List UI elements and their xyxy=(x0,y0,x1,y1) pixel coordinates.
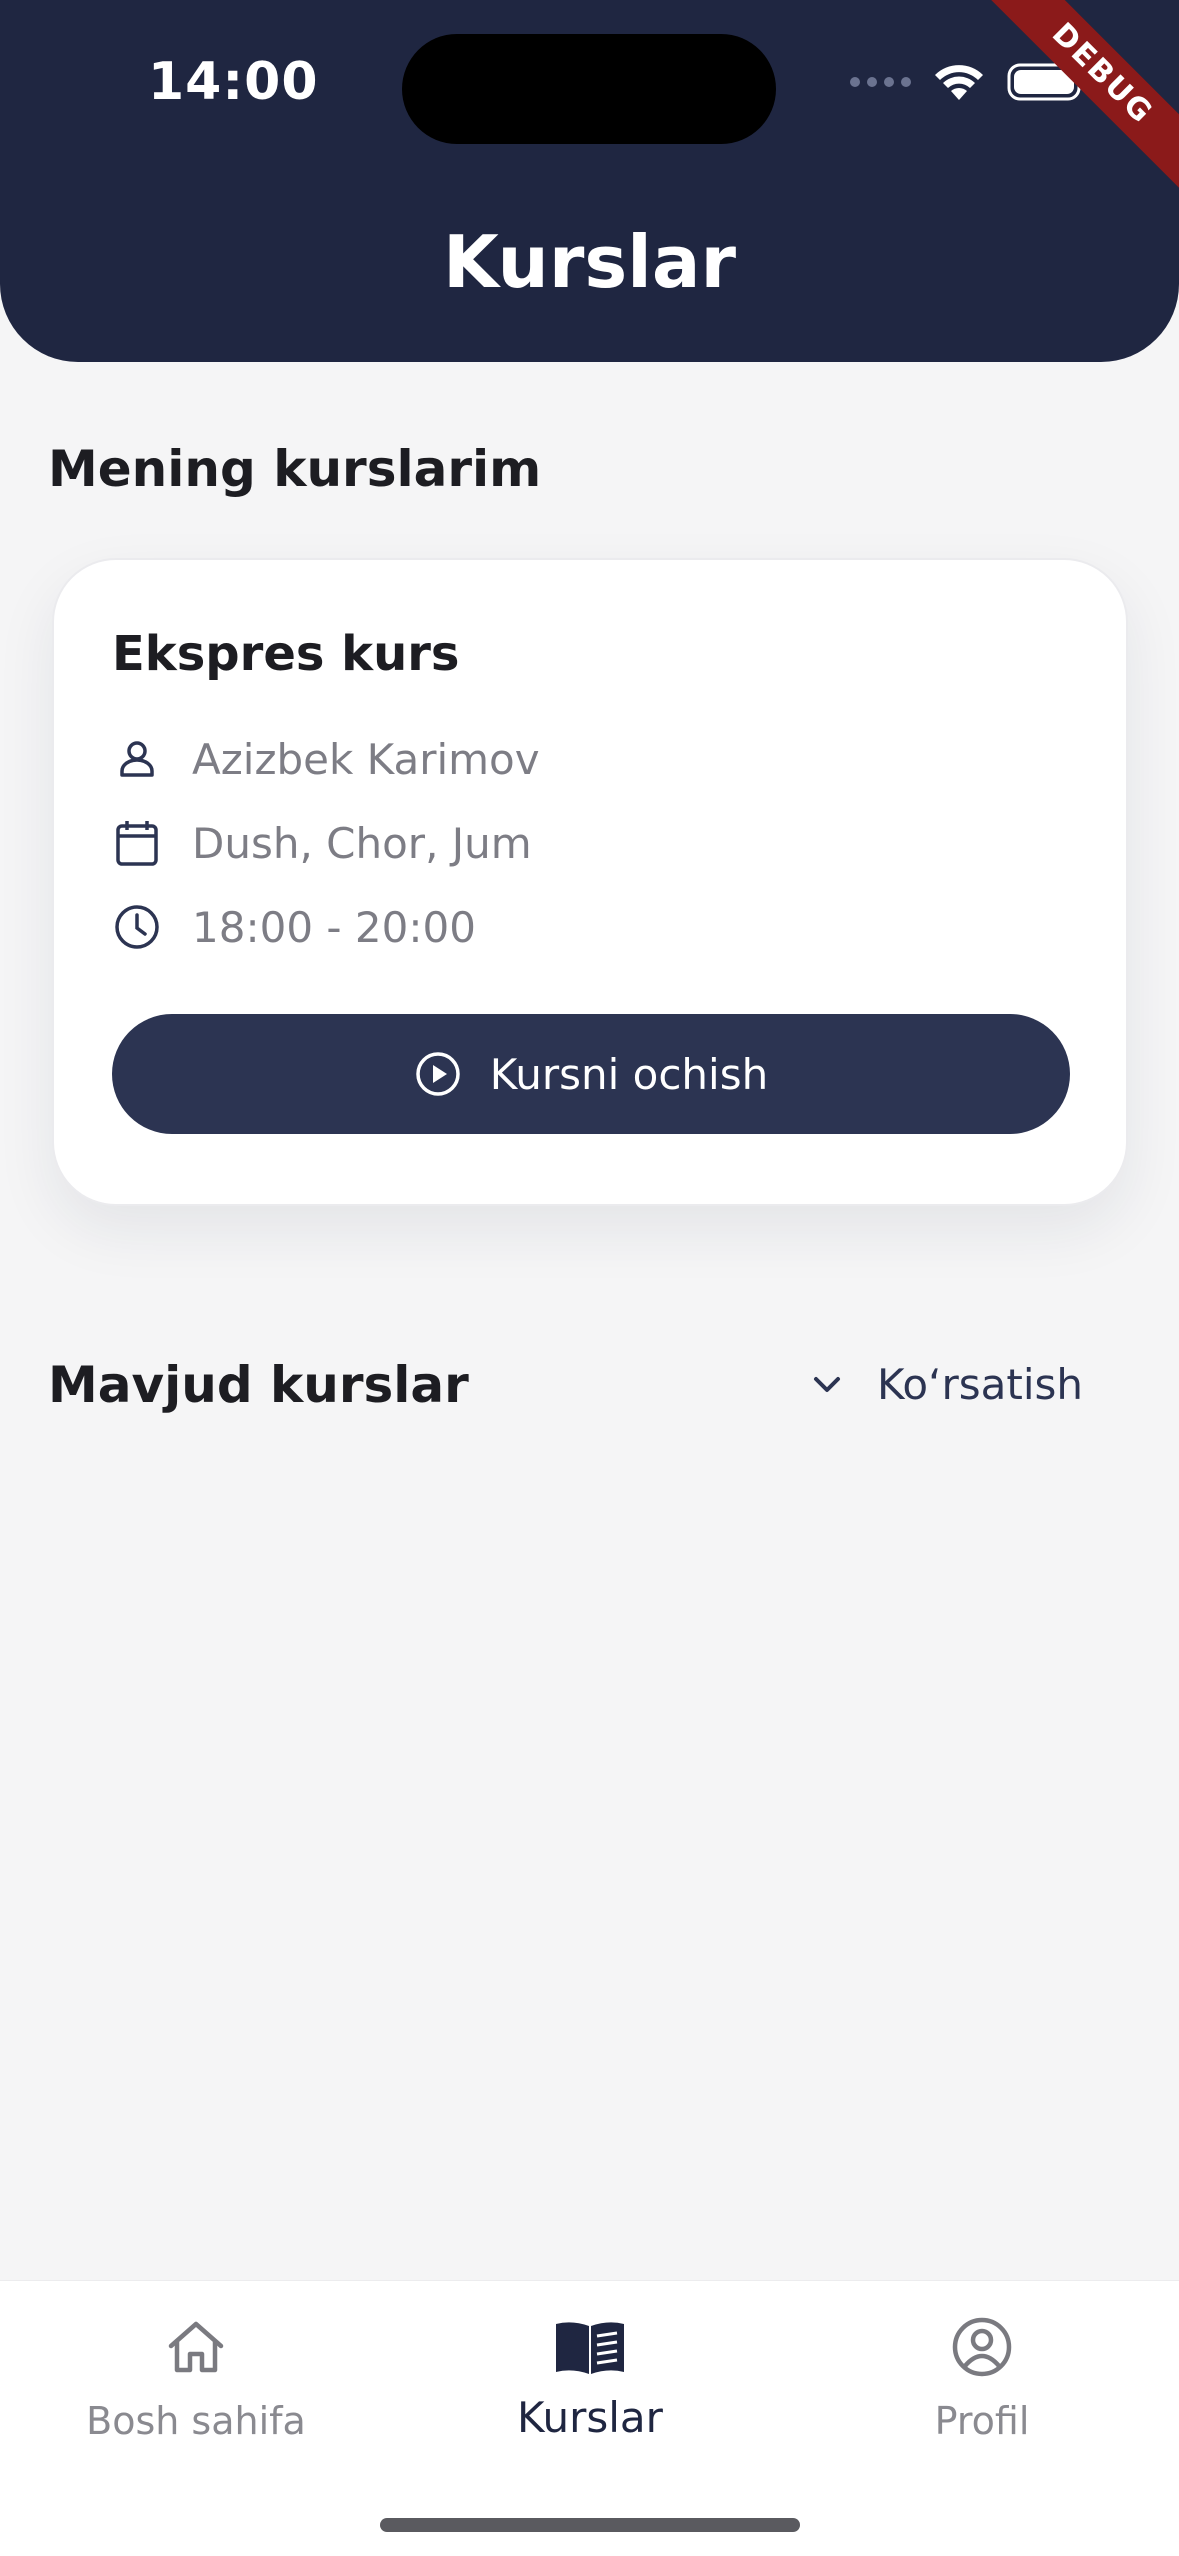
teacher-name: Azizbek Karimov xyxy=(192,734,540,784)
app-screen: 14:00 DEBUG Kurslar Mening kurslarim Eks… xyxy=(0,0,1179,2556)
days-row: Dush, Chor, Jum xyxy=(112,818,532,868)
status-time: 14:00 xyxy=(148,52,319,112)
course-days: Dush, Chor, Jum xyxy=(192,818,532,868)
person-icon xyxy=(112,734,162,784)
nav-item-profile[interactable]: Profil xyxy=(832,2281,1132,2481)
debug-ribbon: DEBUG xyxy=(966,0,1179,210)
nav-label-profile: Profil xyxy=(934,2399,1030,2443)
clock-icon xyxy=(112,902,162,952)
teacher-row: Azizbek Karimov xyxy=(112,734,540,784)
status-icons xyxy=(850,62,1089,102)
chevron-down-icon xyxy=(813,1376,840,1392)
dynamic-island xyxy=(402,34,776,144)
book-icon xyxy=(440,2307,740,2387)
header: 14:00 DEBUG Kurslar xyxy=(0,0,1179,362)
nav-item-home[interactable]: Bosh sahifa xyxy=(46,2281,346,2481)
time-row: 18:00 - 20:00 xyxy=(112,902,476,952)
bottom-nav: Bosh sahifa Kurslar Profil xyxy=(0,2280,1179,2556)
wifi-icon xyxy=(935,65,983,100)
show-available-toggle[interactable]: Ko‘rsatish xyxy=(811,1360,1083,1409)
open-course-label: Kursni ochish xyxy=(489,1049,769,1099)
calendar-icon xyxy=(112,818,162,868)
home-icon xyxy=(46,2307,346,2387)
cellular-signal-icon xyxy=(850,77,911,87)
course-time: 18:00 - 20:00 xyxy=(192,902,476,952)
play-circle-icon xyxy=(416,1052,460,1096)
nav-label-home: Bosh sahifa xyxy=(86,2399,306,2443)
course-title: Ekspres kurs xyxy=(112,626,460,682)
nav-label-courses: Kurslar xyxy=(517,2393,663,2442)
page-title: Kurslar xyxy=(443,220,736,304)
home-indicator xyxy=(380,2518,800,2532)
open-course-button[interactable]: Kursni ochish xyxy=(112,1014,1070,1134)
show-toggle-label: Ko‘rsatish xyxy=(876,1360,1083,1409)
my-courses-title: Mening kurslarim xyxy=(48,440,542,498)
course-card: Ekspres kurs Azizbek Karimov Dush, Chor, xyxy=(52,558,1128,1206)
nav-item-courses[interactable]: Kurslar xyxy=(440,2281,740,2481)
available-courses-title: Mavjud kurslar xyxy=(48,1356,469,1414)
profile-icon xyxy=(832,2307,1132,2387)
